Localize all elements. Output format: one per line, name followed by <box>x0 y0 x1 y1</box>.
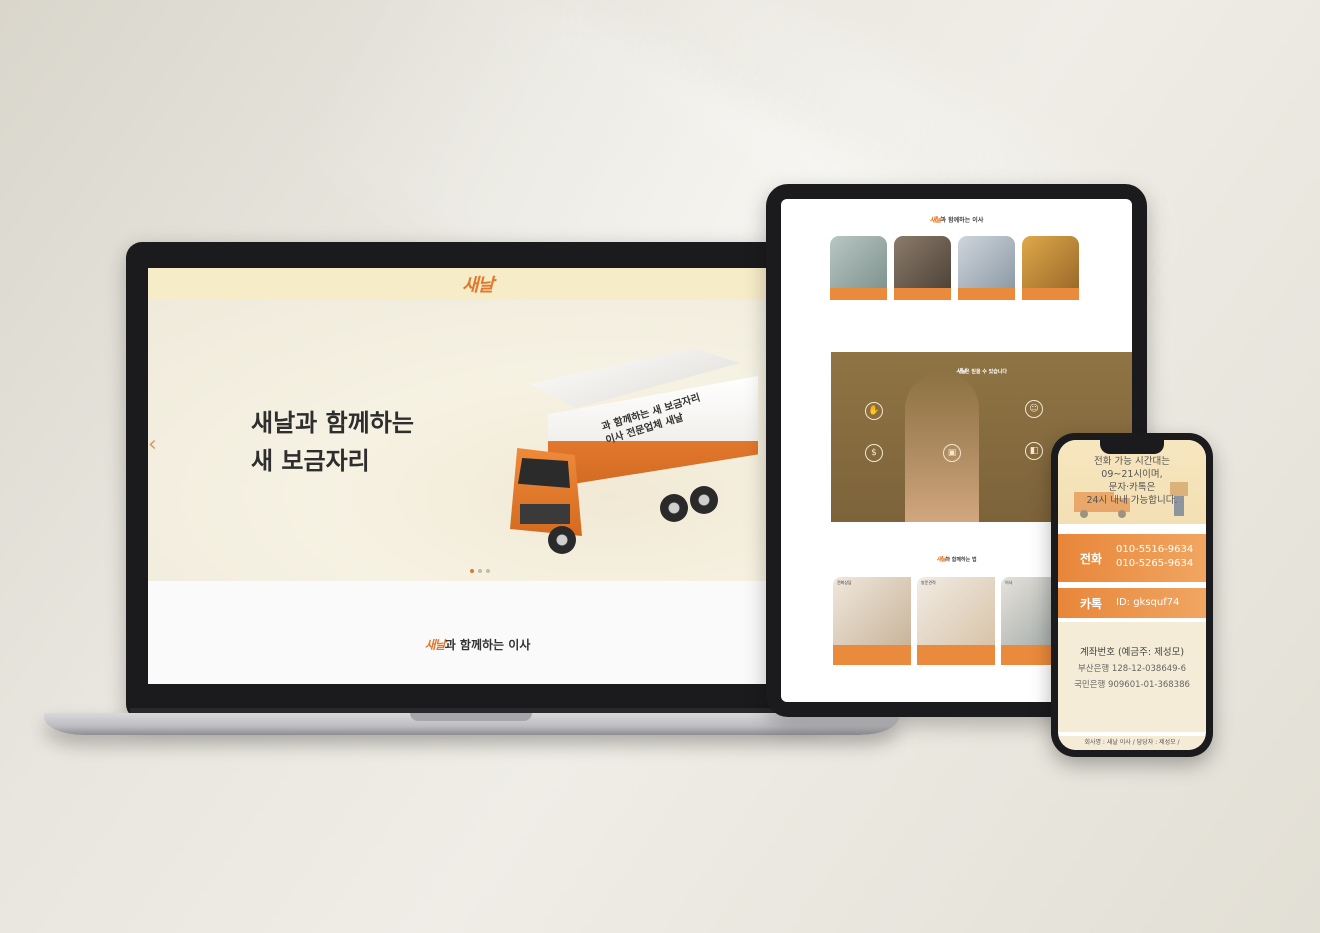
hero-title-line1: 새날과 함께하는 <box>251 409 414 437</box>
site-logo[interactable]: 새날 <box>462 271 494 297</box>
slider-prev-icon[interactable]: ‹ <box>148 432 157 457</box>
bank-account-2: 국민은행 909601-01-368386 <box>1074 680 1190 690</box>
laptop-screen: 새날 새날과 함께하는 새 보금자리 ‹ › 과 함께하는 새 보금자리 이사 … <box>148 268 807 684</box>
inline-logo: 새날 <box>955 368 966 375</box>
people-icon: ☺ <box>1025 400 1043 418</box>
hero-slider: 새날과 함께하는 새 보금자리 ‹ › 과 함께하는 새 보금자리 이사 전문업… <box>148 300 807 581</box>
laptop-notch <box>410 713 532 721</box>
truck-image: 과 함께하는 새 보금자리 이사 전문업체 새날 <box>500 348 770 568</box>
hero-title: 새날과 함께하는 새 보금자리 <box>251 404 414 480</box>
service-card-label <box>1022 288 1079 300</box>
service-card-image <box>830 236 887 288</box>
process-step: 방문견적 <box>917 577 995 665</box>
notice-line: 문자·카톡은 <box>1108 482 1156 493</box>
truck-wheel <box>660 494 688 522</box>
trust-section-title: 새날은 믿을 수 있습니다 <box>955 368 1008 375</box>
service-card[interactable] <box>830 236 887 300</box>
process-step-caption: 방문견적 <box>921 580 936 585</box>
handshake-icon: ✋ <box>865 402 883 420</box>
process-step-desc <box>917 645 995 665</box>
notice-line: 전화 가능 시간대는 <box>1094 456 1170 467</box>
moving-section-title: 새날과 함께하는 이사 <box>424 638 531 652</box>
phone-label: 전화 <box>1080 552 1103 566</box>
service-card[interactable] <box>894 236 951 300</box>
process-step-image <box>833 577 911 645</box>
bank-account-1: 부산은행 128-12-038649-6 <box>1077 664 1187 674</box>
notice-line: 24시 내내 가능합니다. <box>1086 495 1178 506</box>
service-card-image <box>958 236 1015 288</box>
bank-title: 계좌번호 (예금주: 제성모) <box>1079 647 1185 658</box>
service-card[interactable] <box>1022 236 1079 300</box>
kakao-contact[interactable]: 카톡 ID: gksquf74 <box>1058 588 1206 618</box>
phone-contact[interactable]: 전화 010-5516-9634 010-5265-9634 <box>1058 534 1206 582</box>
moving-section: 새날과 함께하는 이사 <box>148 605 807 684</box>
notice-line: 09~21시이며, <box>1101 469 1163 480</box>
truck-wheel <box>548 526 576 554</box>
service-card-label <box>830 288 887 300</box>
slider-dots <box>470 569 490 573</box>
truck-window <box>518 458 570 488</box>
slider-dot[interactable] <box>478 569 482 573</box>
kakao-id[interactable]: ID: gksquf74 <box>1116 596 1179 610</box>
hero-title-line2: 새 보금자리 <box>251 447 370 475</box>
phone-mockup: 전화 가능 시간대는 09~21시이며, 문자·카톡은 24시 내내 가능합니다… <box>1051 433 1213 757</box>
service-card[interactable] <box>958 236 1015 300</box>
praying-hands-image <box>905 372 979 522</box>
site-header: 새날 <box>148 268 807 300</box>
phone-number-1[interactable]: 010-5516-9634 <box>1116 543 1193 557</box>
process-step-caption: 전화상담 <box>837 580 852 585</box>
inline-logo: 새날 <box>424 638 446 652</box>
money-icon: $ <box>865 444 883 462</box>
kakao-label: 카톡 <box>1080 597 1103 611</box>
phone-number-2[interactable]: 010-5265-9634 <box>1116 557 1193 571</box>
laptop-lid: 새날 새날과 함께하는 새 보금자리 ‹ › 과 함께하는 새 보금자리 이사 … <box>126 242 828 720</box>
truck-wheel <box>690 486 718 514</box>
slider-dot[interactable] <box>470 569 474 573</box>
service-card-image <box>894 236 951 288</box>
service-card-label <box>894 288 951 300</box>
phone-screen: 전화 가능 시간대는 09~21시이며, 문자·카톡은 24시 내내 가능합니다… <box>1058 440 1206 750</box>
slider-dot[interactable] <box>486 569 490 573</box>
process-step-desc <box>833 645 911 665</box>
process-step: 전화상담 <box>833 577 911 665</box>
phone-notch <box>1100 440 1164 454</box>
section-spacer <box>148 581 807 605</box>
notice-text: 전화 가능 시간대는 09~21시이며, 문자·카톡은 24시 내내 가능합니다… <box>1058 455 1206 507</box>
service-cards <box>830 236 1132 300</box>
inline-logo: 새날 <box>929 215 942 224</box>
package-icon: ◧ <box>1025 442 1043 460</box>
service-card-image <box>1022 236 1079 288</box>
process-step-image <box>917 577 995 645</box>
process-step-caption: 이사 <box>1005 580 1013 585</box>
bank-info: 계좌번호 (예금주: 제성모) 부산은행 128-12-038649-6 국민은… <box>1058 622 1206 732</box>
phone-footer: 회사명 : 새날 이사 / 담당자 : 제성모 / <box>1058 736 1206 750</box>
service-card-label <box>958 288 1015 300</box>
truck-grill <box>520 504 570 524</box>
tablet-services-title: 새날과 함께하는 이사 <box>929 215 984 224</box>
box-icon: ▣ <box>943 444 961 462</box>
